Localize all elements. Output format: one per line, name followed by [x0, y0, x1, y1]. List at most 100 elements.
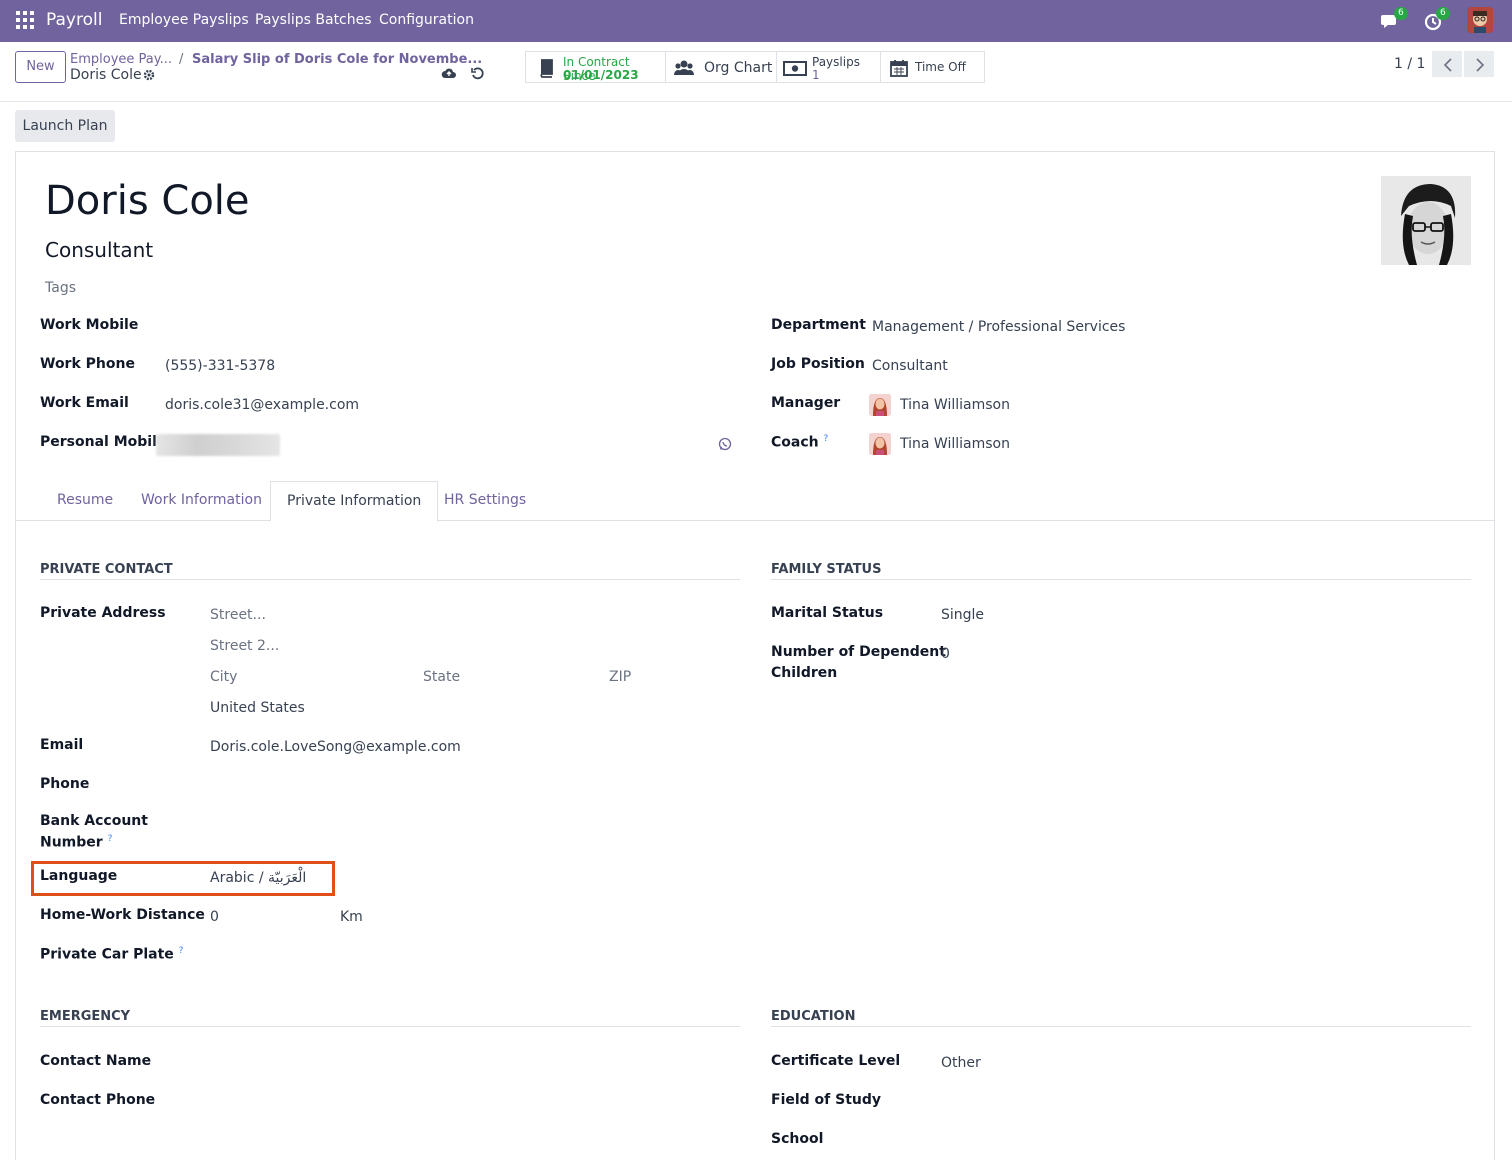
- private-address-label: Private Address: [40, 605, 166, 621]
- messages-badge: 6: [1394, 7, 1408, 20]
- marital-status-field[interactable]: Single: [941, 607, 984, 623]
- city-input[interactable]: City: [210, 669, 237, 685]
- dependent-children-field[interactable]: 0: [941, 646, 950, 662]
- pager-previous-button[interactable]: [1432, 51, 1462, 77]
- contract-smart-button[interactable]: In Contract Since 01/01/2023: [525, 51, 666, 83]
- section-divider: [771, 579, 1471, 580]
- help-tooltip-icon[interactable]: ?: [823, 434, 828, 444]
- home-work-distance-label: Home-Work Distance: [40, 907, 205, 923]
- marital-status-label: Marital Status: [771, 605, 884, 621]
- work-phone-field[interactable]: (555)-331-5378: [165, 358, 275, 374]
- contract-date: 01/01/2023: [563, 68, 639, 82]
- school-label: School: [771, 1131, 824, 1147]
- cloud-upload-icon[interactable]: [441, 66, 457, 80]
- section-family-status: FAMILY STATUS: [771, 562, 882, 577]
- chevron-left-icon: [1443, 58, 1452, 72]
- payslips-label: Payslips: [812, 55, 860, 69]
- dependent-children-label-line2: Children: [771, 665, 838, 681]
- section-education: EDUCATION: [771, 1009, 856, 1024]
- home-work-distance-field[interactable]: 0: [210, 909, 219, 925]
- breadcrumb-employee-payslips[interactable]: Employee Pay...: [70, 52, 172, 67]
- tab-hr-settings[interactable]: HR Settings: [428, 481, 542, 521]
- employee-name[interactable]: Doris Cole: [45, 178, 250, 224]
- job-position-field[interactable]: Consultant: [872, 358, 948, 374]
- breadcrumb-salary-slip[interactable]: Salary Slip of Doris Cole for Novembe...: [192, 52, 482, 67]
- payslips-count: 1: [812, 68, 820, 82]
- bank-account-label: Number ?: [40, 834, 112, 851]
- time-off-label: Time Off: [915, 60, 966, 74]
- user-avatar[interactable]: [1467, 7, 1493, 33]
- tab-resume[interactable]: Resume: [41, 481, 129, 521]
- personal-mobile-field-redacted[interactable]: [156, 434, 280, 456]
- coach-field[interactable]: Tina Williamson: [900, 436, 1010, 452]
- dependent-children-label-line1: Number of Dependent: [771, 644, 946, 660]
- work-mobile-label: Work Mobile: [40, 317, 139, 333]
- manager-field[interactable]: Tina Williamson: [900, 397, 1010, 413]
- org-chart-smart-button[interactable]: Org Chart: [665, 51, 777, 83]
- tags-input[interactable]: Tags: [45, 280, 76, 296]
- calendar-icon: [890, 60, 908, 77]
- app-brand[interactable]: Payroll: [46, 10, 102, 30]
- gear-icon[interactable]: [143, 69, 155, 81]
- menu-employee-payslips[interactable]: Employee Payslips: [119, 12, 249, 28]
- contact-name-label: Contact Name: [40, 1053, 152, 1069]
- money-icon: [783, 61, 807, 76]
- new-button[interactable]: New: [15, 51, 66, 83]
- activities-badge: 6: [1436, 7, 1450, 20]
- zip-input[interactable]: ZIP: [609, 669, 631, 685]
- country-field[interactable]: United States: [210, 700, 305, 716]
- users-icon: [674, 60, 694, 75]
- payslips-smart-button[interactable]: Payslips 1: [776, 51, 881, 83]
- section-private-contact: PRIVATE CONTACT: [40, 562, 173, 577]
- private-car-plate-label: Private Car Plate ?: [40, 946, 183, 963]
- time-off-smart-button[interactable]: Time Off: [880, 51, 985, 83]
- pager-next-button[interactable]: [1464, 51, 1494, 77]
- job-position-label: Job Position: [771, 356, 865, 372]
- state-input[interactable]: State: [423, 669, 460, 685]
- personal-mobile-label: Personal Mobile: [40, 434, 167, 450]
- language-field[interactable]: Arabic / الْعَرَبيّة: [210, 870, 306, 886]
- breadcrumb-current: Doris Cole: [70, 67, 142, 83]
- tab-work-information[interactable]: Work Information: [125, 481, 278, 521]
- menu-payslips-batches[interactable]: Payslips Batches: [255, 12, 372, 28]
- work-email-field[interactable]: doris.cole31@example.com: [165, 397, 359, 413]
- employee-photo[interactable]: [1381, 176, 1471, 265]
- work-email-label: Work Email: [40, 395, 129, 411]
- chevron-right-icon: [1476, 58, 1485, 72]
- employee-form-sheet: Doris Cole Consultant Tags Work Mobile W…: [15, 151, 1495, 1160]
- breadcrumb-separator: /: [179, 52, 184, 67]
- work-phone-label: Work Phone: [40, 356, 135, 372]
- contact-phone-label: Contact Phone: [40, 1092, 156, 1108]
- coach-avatar: [869, 433, 891, 455]
- whatsapp-icon[interactable]: [718, 437, 732, 451]
- department-field[interactable]: Management / Professional Services: [872, 319, 1125, 335]
- coach-label: Coach ?: [771, 434, 828, 451]
- private-car-plate-label-text: Private Car Plate: [40, 946, 174, 963]
- section-divider: [40, 579, 740, 580]
- certificate-level-field[interactable]: Other: [941, 1055, 981, 1071]
- coach-label-text: Coach: [771, 434, 819, 451]
- section-divider: [771, 1026, 1471, 1027]
- apps-menu-icon[interactable]: [16, 11, 34, 29]
- bank-account-label-line2: Number: [40, 834, 103, 851]
- street2-input[interactable]: Street 2...: [210, 638, 279, 654]
- bank-account-label-line1: Bank Account: [40, 813, 148, 829]
- private-email-field[interactable]: Doris.cole.LoveSong@example.com: [210, 739, 461, 755]
- employee-job-title[interactable]: Consultant: [45, 238, 153, 262]
- tab-private-information[interactable]: Private Information: [270, 481, 439, 522]
- discard-icon[interactable]: [470, 66, 484, 80]
- language-label: Language: [40, 868, 118, 884]
- menu-configuration[interactable]: Configuration: [379, 12, 474, 28]
- help-tooltip-icon[interactable]: ?: [108, 834, 113, 844]
- control-panel: New Employee Pay... / Salary Slip of Dor…: [0, 42, 1512, 102]
- launch-plan-button[interactable]: Launch Plan: [15, 110, 115, 142]
- private-email-label: Email: [40, 737, 84, 753]
- section-emergency: EMERGENCY: [40, 1009, 131, 1024]
- org-chart-label: Org Chart: [704, 60, 773, 76]
- private-phone-label: Phone: [40, 776, 90, 792]
- certificate-level-label: Certificate Level: [771, 1053, 901, 1069]
- help-tooltip-icon[interactable]: ?: [179, 946, 184, 956]
- pager-value[interactable]: 1 / 1: [1394, 56, 1425, 72]
- book-icon: [540, 59, 553, 78]
- street-input[interactable]: Street...: [210, 607, 266, 623]
